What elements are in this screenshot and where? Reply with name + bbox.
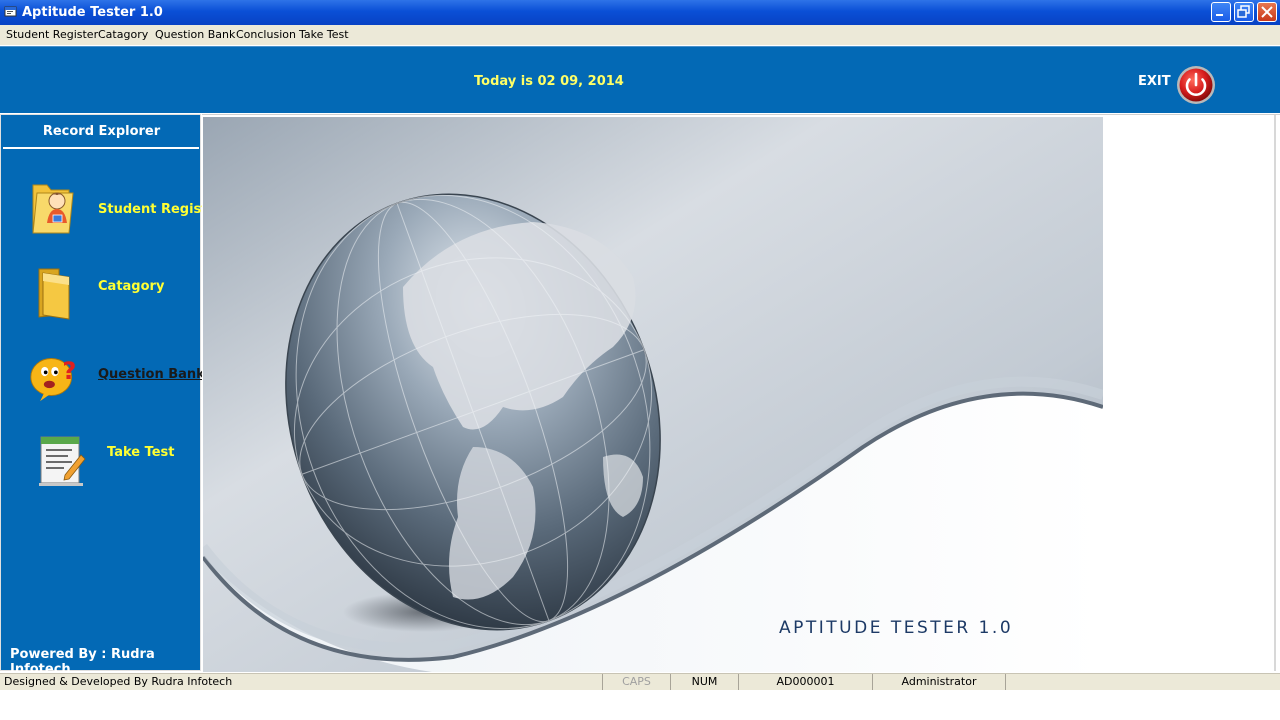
sidebar-item-label: Question Bank (98, 367, 205, 382)
splash-image (203, 117, 1103, 672)
close-icon (1261, 6, 1273, 18)
test-document-icon (39, 436, 86, 486)
status-code: AD000001 (738, 674, 872, 690)
main-right-border (1274, 115, 1276, 671)
folder-icon (38, 268, 70, 320)
svg-text:?: ? (62, 357, 76, 385)
status-user: Administrator (872, 674, 1005, 690)
menu-bar: Student Register Catagory Question Bank … (0, 25, 1280, 45)
sidebar-divider (3, 147, 199, 149)
menu-question-bank[interactable]: Question Bank (155, 28, 235, 41)
status-designed-by: Designed & Developed By Rudra Infotech (4, 675, 233, 688)
status-num: NUM (670, 674, 738, 690)
menu-catagory[interactable]: Catagory (98, 28, 148, 41)
question-face-icon: ? (30, 357, 76, 402)
sidebar-item-label: Take Test (107, 445, 175, 460)
title-bar[interactable]: Aptitude Tester 1.0 (0, 0, 1280, 25)
student-folder-icon (32, 184, 74, 234)
record-explorer-sidebar: Record Explorer Student Register Catagor… (0, 114, 223, 677)
app-icon (4, 6, 17, 17)
restore-button[interactable] (1234, 2, 1254, 22)
sidebar-item-catagory[interactable]: Catagory (1, 263, 200, 323)
sidebar-title: Record Explorer (42, 124, 161, 139)
close-button[interactable] (1257, 2, 1277, 22)
sidebar-item-take-test[interactable]: Take Test (1, 427, 200, 487)
sidebar-item-question-bank[interactable]: ? Question Bank (1, 347, 205, 407)
status-bar: Designed & Developed By Rudra Infotech C… (0, 673, 1280, 690)
minimize-icon (1216, 14, 1223, 16)
menu-take-test[interactable]: Take Test (299, 28, 349, 41)
date-display: Today is 02 09, 2014 (474, 74, 624, 89)
status-empty (1005, 674, 1280, 690)
sidebar-item-label: Catagory (98, 279, 165, 294)
menu-conclusion[interactable]: Conclusion (236, 28, 296, 41)
sidebar-item-student-register[interactable]: Student Register (1, 179, 223, 239)
restore-icon (1237, 5, 1250, 18)
exit-label[interactable]: EXIT (1138, 74, 1171, 89)
window-title: Aptitude Tester 1.0 (22, 5, 163, 20)
minimize-button[interactable] (1211, 2, 1231, 22)
status-caps: CAPS (602, 674, 670, 690)
menu-student-register[interactable]: Student Register (6, 28, 98, 41)
power-icon[interactable] (1176, 65, 1216, 105)
splash-title: APTITUDE TESTER 1.0 (779, 618, 1014, 638)
main-content: APTITUDE TESTER 1.0 (202, 114, 1280, 672)
header-banner: Today is 02 09, 2014 EXIT (0, 46, 1280, 113)
